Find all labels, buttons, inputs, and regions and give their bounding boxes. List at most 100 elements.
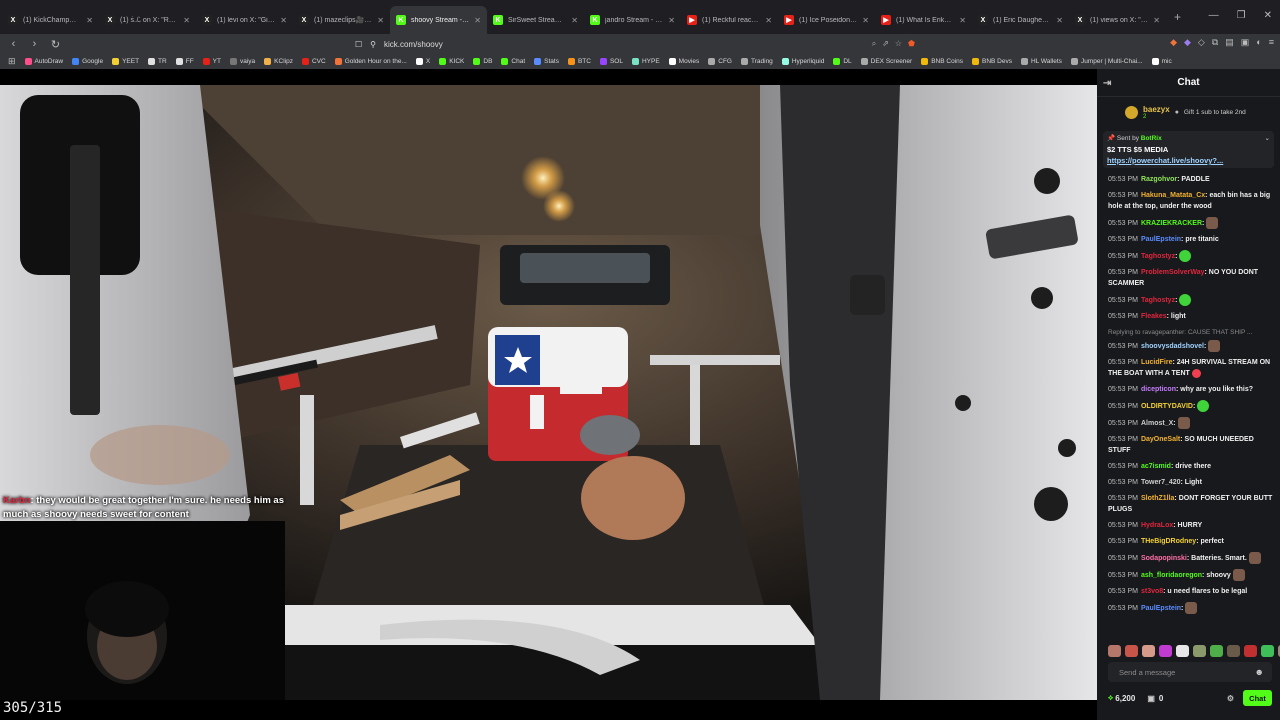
bookmark-item[interactable]: BNB Coins: [921, 58, 963, 65]
wallet-icon[interactable]: ▣: [1241, 37, 1250, 48]
address-bar[interactable]: ☐ ⚲ kick.com/shoovy ⌕ ⇗ ☆ ⬟: [355, 35, 915, 53]
bookmark-item[interactable]: DL: [833, 58, 852, 65]
emote-icon[interactable]: [1261, 645, 1274, 657]
emote-icon[interactable]: [1108, 645, 1121, 657]
close-tab-icon[interactable]: ✕: [1153, 16, 1160, 25]
profile-icon[interactable]: ◐: [1256, 37, 1261, 48]
browser-tab[interactable]: X (1) ṡ.ℒ on X: "Resurfaced ✕: [99, 6, 196, 34]
message-username[interactable]: THeBigDRodney: [1141, 538, 1196, 545]
bookmark-item[interactable]: Golden Hour on the...: [334, 58, 407, 65]
bookmark-item[interactable]: BTC: [567, 58, 591, 65]
browser-tab[interactable]: Kshoovy Stream - Wa ✕: [390, 6, 487, 34]
bookmark-item[interactable]: HL Wallets: [1020, 58, 1062, 65]
send-chat-button[interactable]: Chat: [1243, 690, 1272, 706]
emote-icon[interactable]: [1210, 645, 1223, 657]
bookmark-item[interactable]: SOL: [599, 58, 623, 65]
close-tab-icon[interactable]: ✕: [474, 16, 481, 25]
message-username[interactable]: st3vo8: [1141, 588, 1163, 595]
message-username[interactable]: dicepticon: [1141, 386, 1176, 393]
message-username[interactable]: Razgohvor: [1141, 176, 1177, 183]
close-tab-icon[interactable]: ✕: [1056, 16, 1063, 25]
reply-context[interactable]: Replying to ravagepanther: CAUSE THAT SH…: [1108, 327, 1274, 338]
bookmark-item[interactable]: CVC: [301, 58, 326, 65]
bookmark-star-icon[interactable]: ☐: [355, 40, 362, 49]
close-tab-icon[interactable]: ✕: [377, 16, 384, 25]
bookmark-item[interactable]: Movies: [668, 58, 699, 65]
back-icon[interactable]: ‹: [6, 38, 21, 50]
zoom-icon[interactable]: ⌕: [872, 39, 876, 49]
menu-icon[interactable]: ≡: [1269, 37, 1274, 48]
top-gifter-bar[interactable]: baezyx 2 ● Gift 1 sub to take 2nd: [1097, 97, 1280, 127]
message-username[interactable]: HydraLox: [1141, 522, 1173, 529]
bookmark-item[interactable]: Stats: [534, 58, 559, 65]
puzzle-icon[interactable]: ⧉: [1212, 37, 1218, 48]
emote-icon[interactable]: [1193, 645, 1206, 657]
message-username[interactable]: Almost_X: [1141, 420, 1173, 427]
expand-pinned-icon[interactable]: ⌄: [1265, 134, 1270, 142]
close-tab-icon[interactable]: ✕: [280, 16, 287, 25]
bookmark-item[interactable]: YEET: [112, 58, 139, 65]
bookmark-item[interactable]: FF: [175, 58, 194, 65]
browser-tab[interactable]: ▶ (1) What Is Erika Kirk Doin ✕: [875, 6, 972, 34]
bookmark-item[interactable]: X: [415, 58, 430, 65]
bookmark-item[interactable]: Google: [72, 58, 103, 65]
bookmark-item[interactable]: CFG: [708, 58, 732, 65]
browser-tab[interactable]: X (1) Eric Daugherty on X: "A ✕: [972, 6, 1069, 34]
browser-tab[interactable]: X (1) KickChamp👑 on X: "Gi ✕: [2, 6, 99, 34]
message-username[interactable]: LucidFire: [1141, 359, 1173, 366]
collapse-chat-icon[interactable]: ⇥: [1103, 78, 1111, 89]
message-username[interactable]: OLDIRTYDAVID: [1141, 403, 1193, 410]
apps-grid-icon[interactable]: ⊞: [8, 56, 16, 67]
bookmark-item[interactable]: BNB Devs: [972, 58, 1012, 65]
browser-tab[interactable]: ▶ (1) Reckful reacts to old vi ✕: [681, 6, 778, 34]
browser-tab[interactable]: Kjandro Stream - Watch ✕: [584, 6, 681, 34]
emote-icon[interactable]: [1176, 645, 1189, 657]
message-username[interactable]: ac7ismid: [1141, 463, 1171, 470]
star-icon[interactable]: ☆: [895, 39, 902, 49]
maximize-icon[interactable]: ❐: [1237, 10, 1246, 21]
bookmark-item[interactable]: Chat: [501, 58, 525, 65]
chat-input[interactable]: Send a message ☻: [1108, 662, 1272, 682]
message-username[interactable]: PaulEpstein: [1141, 605, 1181, 612]
message-username[interactable]: Tower7_420: [1141, 479, 1181, 486]
site-info-icon[interactable]: ⚲: [370, 40, 376, 49]
extension-icon[interactable]: ◆: [1184, 37, 1191, 48]
bookmark-item[interactable]: AutoDraw: [24, 58, 63, 65]
close-tab-icon[interactable]: ✕: [668, 16, 675, 25]
browser-tab[interactable]: K SirSweet Stream - Watch ✕: [487, 6, 584, 34]
bookmark-item[interactable]: vaiya: [229, 58, 255, 65]
browser-tab[interactable]: X (1) mazeclips🎥 on X: "Adin ✕: [293, 6, 390, 34]
close-tab-icon[interactable]: ✕: [959, 16, 966, 25]
bookmark-item[interactable]: DEX Screener: [860, 58, 912, 65]
points-value[interactable]: 6,200: [1115, 694, 1135, 703]
close-tab-icon[interactable]: ✕: [571, 16, 578, 25]
sidebar-icon[interactable]: ▤: [1225, 37, 1234, 48]
bookmark-item[interactable]: DB: [473, 58, 492, 65]
message-username[interactable]: SlothZ1lla: [1141, 495, 1174, 502]
chat-settings-icon[interactable]: ⚙: [1227, 694, 1234, 703]
share-icon[interactable]: ⇗: [882, 39, 889, 49]
bookmark-item[interactable]: KClipz: [264, 58, 293, 65]
bookmark-item[interactable]: TR: [148, 58, 167, 65]
bookmark-item[interactable]: YT: [202, 58, 221, 65]
message-username[interactable]: Taghostyz: [1141, 253, 1175, 260]
close-tab-icon[interactable]: ✕: [183, 16, 190, 25]
bookmark-item[interactable]: Jumper | Multi-Chai...: [1070, 58, 1143, 65]
url-text[interactable]: kick.com/shoovy: [384, 40, 443, 49]
browser-tab[interactable]: ▶ (1) Ice Poseidon & Nickleo ✕: [778, 6, 875, 34]
pinned-message[interactable]: 📌 Sent by BotRix ⌄ $2 TTS $5 MEDIA https…: [1103, 131, 1274, 168]
message-username[interactable]: DayOneSalt: [1141, 436, 1180, 443]
close-window-icon[interactable]: ✕: [1264, 10, 1272, 21]
bookmark-item[interactable]: KICK: [439, 58, 464, 65]
subs-count[interactable]: 0: [1159, 694, 1163, 703]
reload-icon[interactable]: ↻: [48, 38, 63, 51]
pinned-link[interactable]: https://powerchat.live/shoovy?...: [1107, 156, 1270, 165]
close-tab-icon[interactable]: ✕: [765, 16, 772, 25]
bookmark-item[interactable]: mic: [1151, 58, 1172, 65]
message-username[interactable]: KRAZIEKRACKER: [1141, 220, 1202, 227]
message-username[interactable]: PaulEpstein: [1141, 236, 1181, 243]
message-username[interactable]: Fleakes: [1141, 313, 1167, 320]
emote-icon[interactable]: [1227, 645, 1240, 657]
emote-icon[interactable]: [1244, 645, 1257, 657]
emoji-picker-icon[interactable]: ☻: [1255, 667, 1264, 677]
